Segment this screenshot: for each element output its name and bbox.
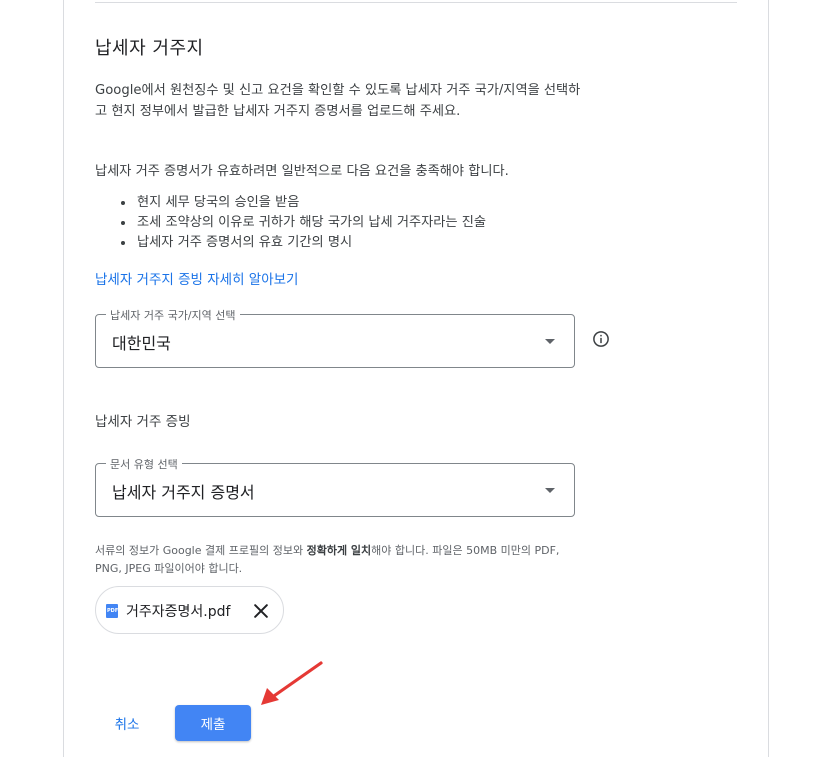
close-icon[interactable] [251, 601, 271, 621]
note-text: 서류의 정보가 Google 결제 프로필의 정보와 [95, 544, 307, 557]
dropdown-arrow-icon [545, 339, 555, 344]
uploaded-file-name: 거주자증명서.pdf [126, 604, 231, 620]
country-select-value: 대한민국 [112, 334, 171, 353]
document-type-label: 문서 유형 선택 [106, 456, 182, 472]
dropdown-arrow-icon [545, 488, 555, 493]
uploaded-file-chip: PDF 거주자증명서.pdf [95, 586, 284, 634]
section-title: 납세자 거주지 [95, 38, 204, 59]
requirement-item: 현지 세무 당국의 승인을 받음 [135, 193, 486, 213]
requirement-item: 납세자 거주 증명서의 유효 기간의 명시 [135, 233, 486, 253]
pdf-file-icon: PDF [106, 604, 118, 618]
note-emphasis: 정확하게 일치 [306, 544, 372, 557]
proof-section-title: 납세자 거주 증빙 [95, 414, 191, 430]
requirement-item: 조세 조약상의 이유로 귀하가 해당 국가의 납세 거주자라는 진술 [135, 213, 486, 233]
requirements-intro: 납세자 거주 증명서가 유효하려면 일반적으로 다음 요건을 충족해야 합니다. [95, 164, 509, 179]
file-requirements-note: 서류의 정보가 Google 결제 프로필의 정보와 정확하게 일치해야 합니다… [95, 542, 585, 578]
learn-more-link[interactable]: 납세자 거주지 증빙 자세히 알아보기 [95, 268, 298, 288]
requirements-list: 현지 세무 당국의 승인을 받음 조세 조약상의 이유로 귀하가 해당 국가의 … [117, 193, 486, 253]
tax-residency-page: 납세자 거주지 Google에서 원천징수 및 신고 요건을 확인할 수 있도록… [0, 0, 822, 757]
info-icon[interactable] [592, 330, 610, 348]
document-type-select[interactable]: 문서 유형 선택 납세자 거주지 증명서 [95, 456, 575, 517]
country-select[interactable]: 납세자 거주 국가/지역 선택 대한민국 [95, 307, 575, 368]
country-select-label: 납세자 거주 국가/지역 선택 [106, 307, 240, 323]
document-type-value: 납세자 거주지 증명서 [112, 483, 255, 502]
submit-button[interactable]: 제출 [175, 705, 251, 741]
section-divider [95, 2, 737, 3]
cancel-button[interactable]: 취소 [104, 707, 150, 739]
pdf-badge-text: PDF [107, 608, 119, 614]
intro-text: Google에서 원천징수 및 신고 요건을 확인할 수 있도록 납세자 거주 … [95, 83, 581, 119]
annotation-arrow-icon [261, 661, 323, 705]
